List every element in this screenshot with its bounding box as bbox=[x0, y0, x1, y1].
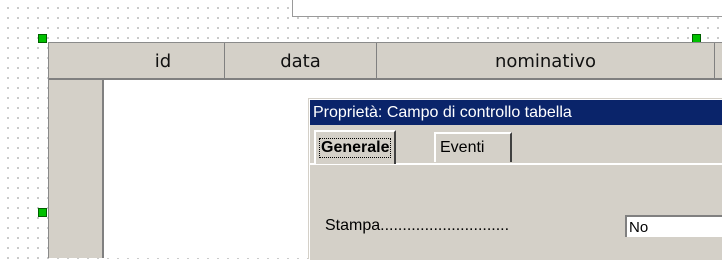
tab-eventi[interactable]: Eventi bbox=[434, 132, 512, 162]
column-header-data[interactable]: data bbox=[225, 43, 377, 78]
selection-handle-top-left[interactable] bbox=[38, 34, 47, 43]
column-header-row: id data nominativo bbox=[102, 43, 722, 80]
tab-eventi-label: Eventi bbox=[440, 139, 485, 156]
grid-corner bbox=[49, 43, 102, 80]
dialog-title[interactable]: Proprietà: Campo di controllo tabella bbox=[310, 100, 722, 125]
tab-generale-label: Generale bbox=[318, 138, 392, 158]
tab-generale[interactable]: Generale bbox=[314, 130, 397, 164]
column-header-id[interactable]: id bbox=[102, 43, 225, 78]
column-header-nominativo[interactable]: nominativo bbox=[377, 43, 715, 78]
property-value-stampa[interactable]: No bbox=[625, 215, 722, 237]
selection-handle-middle-left[interactable] bbox=[38, 208, 47, 217]
property-row-stampa: Stampa............................. No bbox=[325, 215, 722, 237]
form-text-field[interactable] bbox=[292, 0, 722, 17]
property-label-stampa: Stampa............................. bbox=[325, 217, 510, 234]
dialog-tabs: Generale Eventi bbox=[310, 125, 722, 165]
